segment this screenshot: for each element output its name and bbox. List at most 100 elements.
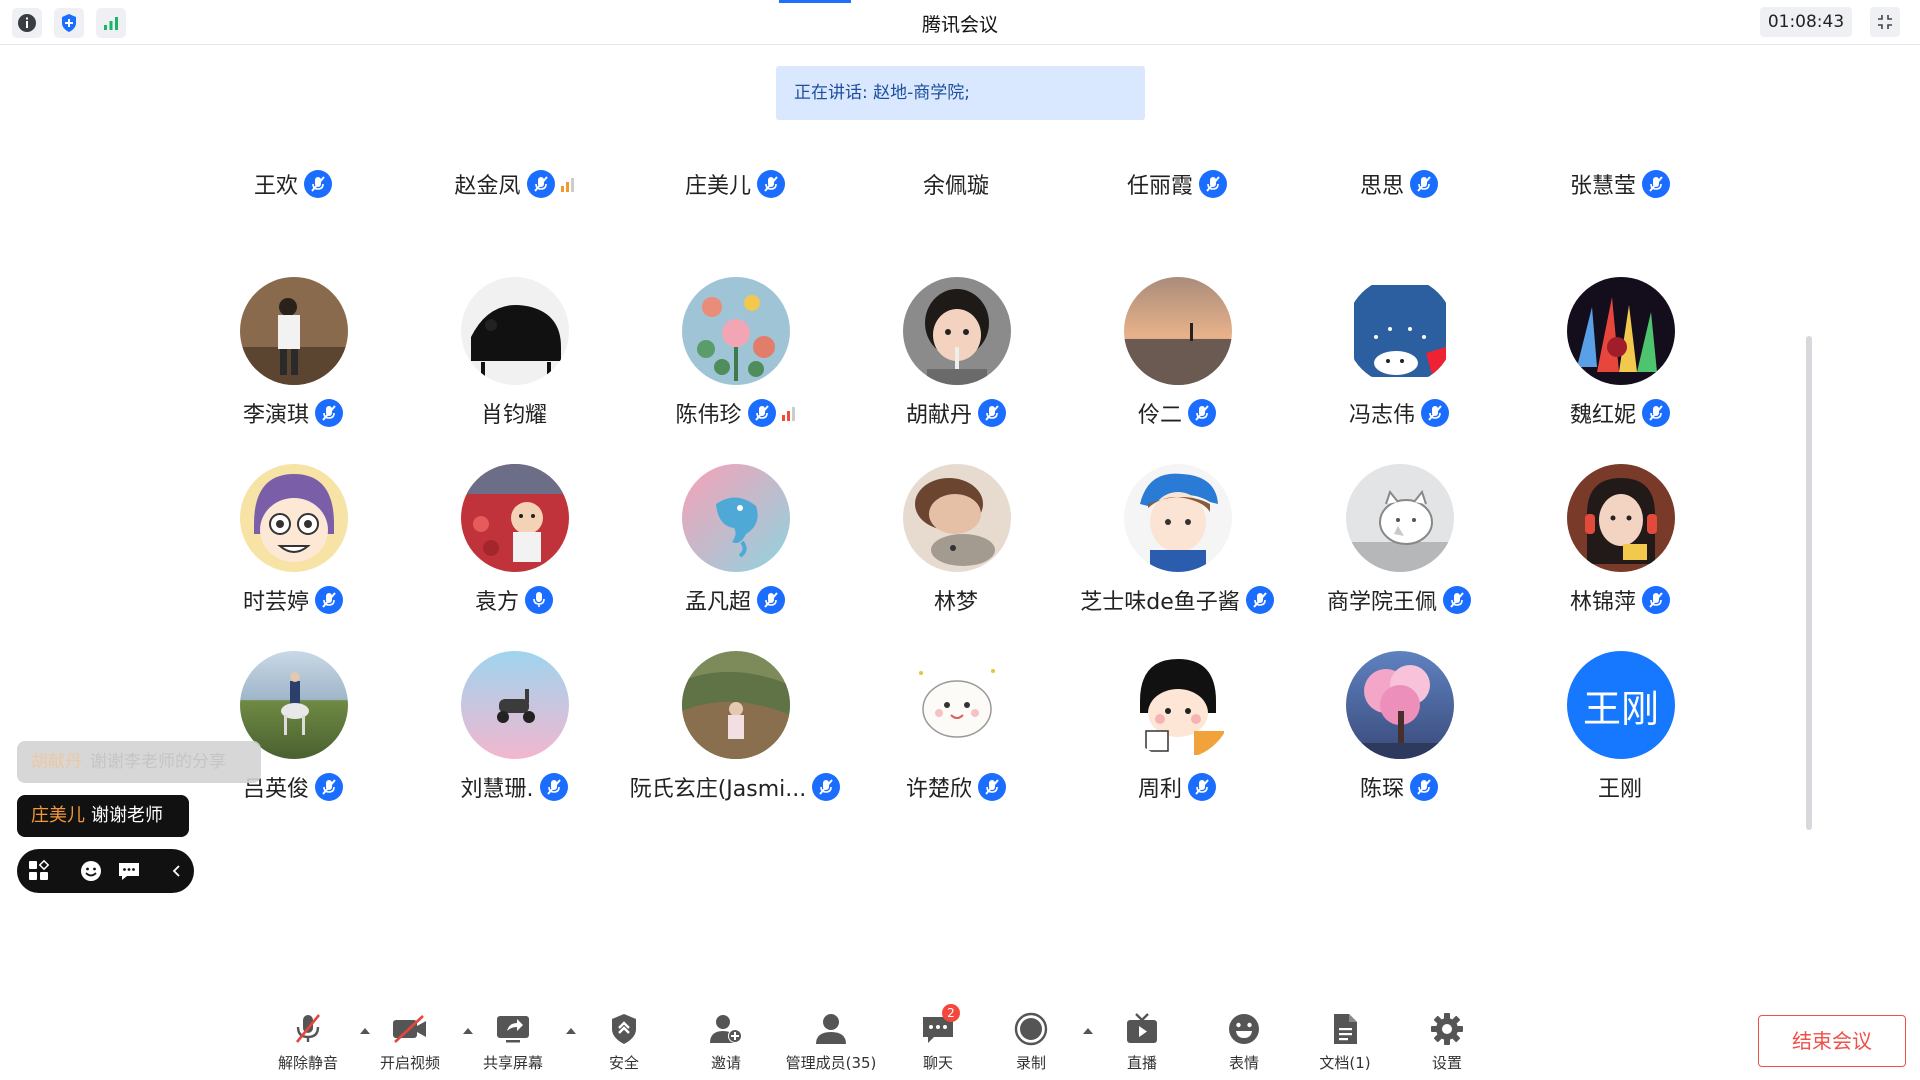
chat-bubble-latest[interactable]: 庄美儿 谢谢老师 [17,795,189,837]
toolbar-label: 设置 [1431,1054,1462,1072]
speaking-banner: 正在讲话: 赵地-商学院; [776,66,1145,120]
toolbar-video-off-button[interactable]: 开启视频 [355,1010,465,1076]
collapse-chevron-icon[interactable] [169,858,185,884]
toolbar-label: 录制 [1015,1054,1046,1072]
grid-scrollbar[interactable] [1806,336,1812,830]
mic-muted-icon [1410,773,1438,801]
avatar [461,651,569,759]
toolbar-live-button[interactable]: 直播 [1087,1010,1197,1076]
participant-nameline: 许楚欣 [846,771,1066,803]
signal-strength-icon [560,176,574,192]
avatar [903,651,1011,759]
participant-tile[interactable]: 魏红妮 [1510,277,1730,437]
toolbar-label: 表情 [1228,1054,1259,1072]
participant-tile[interactable]: 肖钧耀 [404,277,624,437]
participant-name: 王欢 [253,174,298,199]
fullscreen-icon[interactable] [1870,7,1900,37]
participant-tile[interactable]: 李演琪 [183,277,403,437]
participant-tile[interactable]: 余佩璇 [846,156,1066,208]
participant-name: 伶二 [1137,403,1182,428]
avatar [461,277,569,385]
participant-tile[interactable]: 袁方 [404,464,624,624]
participant-name: 周利 [1137,777,1182,802]
participant-tile[interactable]: 胡献丹 [846,277,1066,437]
participant-nameline: 胡献丹 [846,397,1066,429]
toolbar-share-screen-button[interactable]: 共享屏幕 [458,1010,568,1076]
title-bar: 腾讯会议 01:08:43 [0,0,1920,45]
participant-tile[interactable]: 林梦 [846,464,1066,624]
participant-tile[interactable]: 孟凡超 [625,464,845,624]
participant-tile[interactable]: 阮氏玄庄(Jasmi... [625,651,845,811]
chat-text: 谢谢老师 [91,805,163,826]
apps-icon[interactable] [27,858,51,884]
toolbar-settings-button[interactable]: 设置 [1392,1010,1502,1076]
participant-tile[interactable]: 周利 [1067,651,1287,811]
mic-muted-icon [747,399,776,427]
participant-tile[interactable]: 商学院王佩 [1289,464,1509,624]
participant-tile[interactable]: 伶二 [1067,277,1287,437]
emoji-icon [1224,1010,1264,1048]
mic-muted-icon [1188,399,1216,427]
mic-muted-icon [1245,586,1274,614]
participant-tile[interactable]: 许楚欣 [846,651,1066,811]
participant-nameline: 冯志伟 [1289,397,1509,429]
toolbar-doc-button[interactable]: 文档(1) [1290,1010,1400,1076]
toolbar-label: 直播 [1126,1054,1157,1072]
avatar [1346,464,1454,572]
participant-nameline: 周利 [1067,771,1287,803]
participant-nameline: 商学院王佩 [1289,584,1509,616]
avatar [1567,464,1675,572]
participant-name: 商学院王佩 [1326,590,1437,615]
participant-nameline: 王欢 [183,168,403,200]
participant-tile[interactable]: 王刚 王刚 [1510,651,1730,811]
chat-bubble-fading: 胡献丹 谢谢李老师的分享 [17,741,261,783]
mic-on-icon [525,586,553,614]
mic-muted-icon [757,170,785,198]
participant-tile[interactable]: 王欢 [183,156,403,208]
participant-tile[interactable]: 陈琛 [1289,651,1509,811]
participant-tile[interactable]: 刘慧珊. [404,651,624,811]
mic-muted-icon [757,586,785,614]
participant-name: 许楚欣 [905,777,972,802]
toolbar-label: 文档(1) [1319,1054,1371,1072]
toolbar-members-button[interactable]: 管理成员(35) [776,1010,886,1076]
participant-tile[interactable]: 任丽霞 [1067,156,1287,208]
avatar [461,464,569,572]
participant-tile[interactable]: 赵金凤 [404,156,624,208]
toolbar-emoji-button[interactable]: 表情 [1189,1010,1299,1076]
live-icon [1122,1010,1162,1048]
toolbar-shield-button[interactable]: 安全 [569,1010,679,1076]
chat-bubble-icon[interactable] [117,858,141,884]
participant-name: 阮氏玄庄(Jasmi... [629,777,807,802]
participant-tile[interactable]: 吕英俊 [183,651,403,811]
participant-tile[interactable]: 时芸婷 [183,464,403,624]
participant-nameline: 思思 [1289,168,1509,200]
participant-nameline: 阮氏玄庄(Jasmi... [625,771,845,803]
toolbar-label: 开启视频 [379,1054,440,1072]
participant-nameline: 时芸婷 [183,584,403,616]
participant-tile[interactable]: 张慧莹 [1510,156,1730,208]
participant-name: 赵金凤 [454,174,521,199]
avatar [1346,651,1454,759]
members-icon [811,1010,851,1048]
mic-muted-icon [1642,586,1670,614]
participant-tile[interactable]: 思思 [1289,156,1509,208]
participant-tile[interactable]: 林锦萍 [1510,464,1730,624]
participant-tile[interactable]: 冯志伟 [1289,277,1509,437]
participant-tile[interactable]: 庄美儿 [625,156,845,208]
toolbar-mic-muted-button[interactable]: 解除静音 [253,1010,363,1076]
toolbar-record-button[interactable]: 录制 [976,1010,1086,1076]
participant-nameline: 陈琛 [1289,771,1509,803]
unread-badge: 2 [942,1004,960,1022]
avatar [1346,277,1454,385]
toolbar-label: 管理成员(35) [785,1054,877,1072]
avatar [682,277,790,385]
participant-name: 思思 [1359,174,1404,199]
toolbar-invite-button[interactable]: 邀请 [671,1010,781,1076]
end-meeting-button[interactable]: 结束会议 [1758,1015,1906,1067]
participant-name: 余佩璇 [922,174,989,199]
participant-tile[interactable]: 芝士味de鱼子酱 [1067,464,1287,624]
participant-tile[interactable]: 陈伟珍 [625,277,845,437]
emoji-icon[interactable] [79,858,103,884]
participant-name: 刘慧珊. [460,777,534,802]
